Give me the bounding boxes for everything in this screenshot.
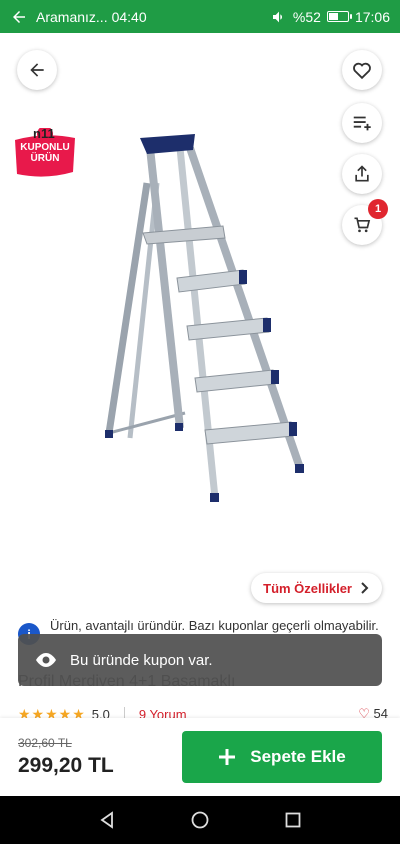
- share-button[interactable]: [342, 154, 382, 194]
- favorite-button[interactable]: [342, 50, 382, 90]
- coupon-product-badge: n11 KUPONLU ÜRÜN: [11, 126, 79, 186]
- back-button[interactable]: [17, 50, 57, 90]
- old-price: 302,60 TL: [18, 736, 72, 750]
- playlist-add-icon: [353, 116, 371, 131]
- plus-icon: [219, 749, 236, 765]
- status-bar: Aramanız... 04:40 %52 17:06: [0, 0, 400, 33]
- cart-icon: [354, 217, 371, 233]
- coupon-badge-line1: KUPONLU: [20, 142, 70, 153]
- coupon-badge-text: KUPONLU ÜRÜN: [11, 142, 79, 164]
- back-arrow-icon[interactable]: [10, 8, 28, 26]
- cart-count-badge: 1: [368, 199, 388, 219]
- status-bar-right: %52 17:06: [271, 9, 390, 25]
- toast-message: Bu üründe kupon var.: [70, 651, 213, 669]
- all-features-label: Tüm Özellikler: [263, 580, 352, 596]
- coupon-toast: Bu üründe kupon var.: [18, 634, 382, 686]
- volume-icon: [272, 11, 282, 22]
- status-bar-left[interactable]: Aramanız... 04:40: [10, 8, 147, 26]
- add-to-cart-label: Sepete Ekle: [250, 747, 346, 766]
- nav-recents-icon[interactable]: [284, 811, 302, 829]
- share-icon: [355, 165, 369, 182]
- all-features-button[interactable]: Tüm Özellikler: [251, 573, 382, 603]
- battery-icon: [326, 11, 352, 22]
- n11-brand: n11: [33, 126, 55, 141]
- status-left-time: 04:40: [111, 8, 147, 25]
- battery-percent: %52: [292, 8, 321, 25]
- product-image-ladder[interactable]: [95, 128, 315, 508]
- price-block: 302,60 TL 299,20 TL: [18, 736, 114, 778]
- chevron-right-icon: [361, 582, 369, 594]
- cart-button[interactable]: 1: [342, 199, 388, 245]
- current-price: 299,20 TL: [18, 754, 114, 777]
- heart-icon: [353, 62, 371, 80]
- arrow-left-icon: [30, 63, 44, 77]
- system-nav-bar: [0, 796, 400, 844]
- add-to-cart-button[interactable]: Sepete Ekle: [182, 731, 382, 783]
- purchase-bar: 302,60 TL 299,20 TL Sepete Ekle: [0, 718, 400, 796]
- add-to-list-button[interactable]: [342, 103, 382, 143]
- status-clock: 17:06: [354, 8, 390, 25]
- product-image-area[interactable]: 1 n11 KUPONLU ÜRÜN Tüm Özellikler: [0, 33, 400, 608]
- back-to-search-label[interactable]: Aramanız...: [36, 9, 108, 25]
- nav-home-icon[interactable]: [191, 811, 209, 829]
- nav-back-icon[interactable]: [98, 811, 116, 829]
- eye-icon: [36, 653, 56, 667]
- coupon-badge-line2: ÜRÜN: [30, 153, 60, 164]
